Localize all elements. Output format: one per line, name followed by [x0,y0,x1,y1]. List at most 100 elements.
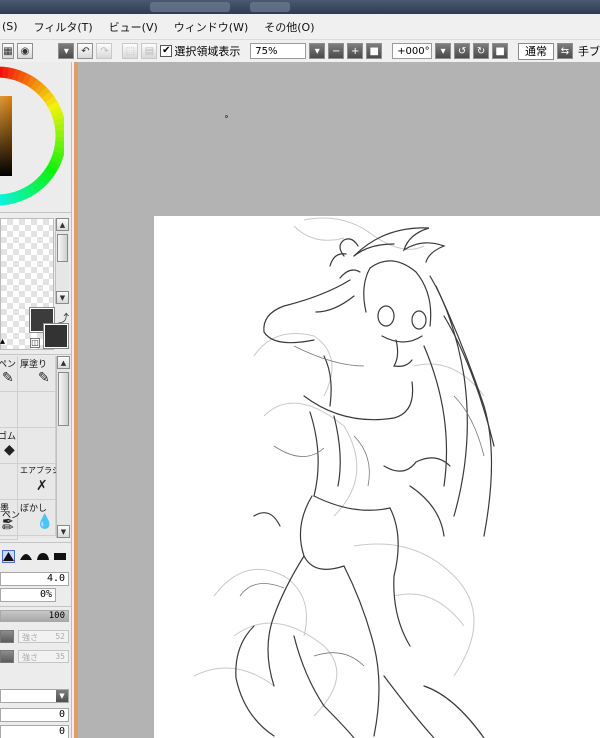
swatch-scrollbar[interactable]: ▲ ▼ [55,218,69,304]
blend-mode-button[interactable]: 通常 [518,42,554,60]
menu-item-filter[interactable]: フィルタ(T) [26,19,101,35]
texture-dropdown[interactable]: ▼ [0,689,69,703]
tool-cell-empty[interactable] [18,392,56,428]
tool-cell-empty[interactable] [0,464,18,500]
tool-label: ぼかし [20,504,48,514]
view-toggle-icon[interactable]: ◉ [17,43,33,59]
strength-2-value: 35 [55,652,65,661]
tool-cell-eraser[interactable]: ゴム ◆ [0,428,18,464]
strength-2-label: 強さ [22,653,38,662]
brush-shape-soft-icon[interactable] [19,550,32,563]
tool-label: エアブラシ [20,466,60,475]
scroll-thumb[interactable] [57,234,68,262]
tool-label: ペン [0,360,17,370]
panel-edge [74,62,78,738]
pen-icon: ✎ [2,370,14,386]
menu-item-window[interactable]: ウィンドウ(W) [166,19,256,35]
scroll-up-icon[interactable]: ▲ [56,218,69,231]
zoom-dropdown-icon[interactable]: ▾ [309,43,326,59]
zoom-select[interactable]: 75% [250,43,307,59]
rotate-right-button[interactable]: ↻ [473,43,490,59]
blur-icon: 💧 [36,514,54,530]
rotation-select[interactable]: +000° [392,43,433,59]
zoom-value: 75% [255,45,278,57]
taskbar-thumbnail [250,2,290,12]
sketch-drawing [193,217,495,738]
background-color-swatch[interactable] [43,323,69,349]
canvas-area[interactable] [74,62,600,738]
scroll-up-icon[interactable]: ▲ [57,356,70,369]
tool-grid: ペン ✎ 厚塗り ✎ ゴム ◆ エアブラシ ✗ 墨 ✒ ぼかし 💧 ペン ✏ [0,356,60,540]
scroll-down-icon[interactable]: ▼ [56,291,69,304]
tool-cell-pencil[interactable]: ペン ✏ [0,511,20,540]
tool-scrollbar[interactable]: ▲ ▼ [56,356,70,538]
drawing-canvas[interactable] [154,216,600,738]
select-all-button[interactable]: ▤ [141,43,158,59]
brush-shape-flat-icon[interactable] [53,550,66,563]
thick-paint-icon: ✎ [38,370,50,386]
tool-cell-empty[interactable] [18,428,56,464]
pencil-icon: ✏ [2,520,14,536]
value-a-field[interactable]: 0 [0,708,69,722]
taskbar-thumbnail [150,2,230,12]
scroll-thumb[interactable] [58,372,69,426]
menu-item-select[interactable]: (S) [0,20,26,33]
selection-checkbox[interactable]: ✔ [160,45,173,57]
rotation-dropdown-icon[interactable]: ▾ [435,43,452,59]
grid-toggle-icon[interactable]: ▦ [2,43,14,59]
brush-shape-round-icon[interactable] [36,550,49,563]
tool-cell-empty[interactable] [0,392,18,428]
value-b-field[interactable]: 0 [0,725,69,738]
divider [0,212,71,213]
divider [0,606,71,607]
toolbar: ▦ ◉ ▾ ↶ ↷ ⬚ ▤ ✔ 選択領域表示 75% ▾ − + ■ +000°… [0,40,600,62]
stabilizer-icon[interactable]: ⇆ [557,43,573,59]
undo-button[interactable]: ↶ [77,43,94,59]
rotation-value: +000° [397,45,430,57]
selection-display-toggle[interactable]: ✔ 選択領域表示 [160,43,240,59]
scroll-down-icon[interactable]: ▼ [57,525,70,538]
stray-dot [225,115,228,118]
swap-colors-icon[interactable]: ⤴ [58,310,69,326]
strength-1-toggle[interactable] [0,630,14,643]
color-wheel[interactable] [0,62,64,210]
rotate-left-button[interactable]: ↺ [454,43,471,59]
tool-label: 厚塗り [20,360,48,370]
brush-shape-sharp-icon[interactable] [2,549,15,563]
zoom-in-button[interactable]: + [347,43,364,59]
strength-2-toggle[interactable] [0,650,14,663]
tool-cell-thick-paint[interactable]: 厚塗り ✎ [18,356,56,392]
strength-1-value: 52 [55,632,65,641]
brush-shape-row [0,546,71,566]
eraser-icon: ◆ [4,442,15,458]
reset-colors-icon[interactable]: ◫ [30,338,40,348]
rotate-reset-button[interactable]: ■ [492,43,509,59]
zoom-out-button[interactable]: − [328,43,345,59]
tool-cell-airbrush[interactable]: エアブラシ ✗ [18,464,60,500]
redo-button[interactable]: ↷ [96,43,113,59]
zoom-reset-button[interactable]: ■ [366,43,383,59]
brush-size-field[interactable]: 4.0 [0,572,69,586]
strength-row-2: 強さ 35 [0,650,71,664]
taskbar-strip [0,0,600,14]
deselect-button[interactable]: ⬚ [122,43,139,59]
tool-cell-pen[interactable]: ペン ✎ [0,356,18,392]
menu-item-view[interactable]: ビュー(V) [101,19,166,35]
panel-dropdown-icon[interactable]: ▾ [58,43,75,59]
strength-row-1: 強さ 52 [0,630,71,644]
strength-1-label: 強さ [22,633,38,642]
strength-1-slider[interactable]: 強さ 52 [18,630,69,643]
strength-2-slider[interactable]: 強さ 35 [18,650,69,663]
blend-mode-label: 通常 [525,45,547,58]
left-panel: ▲ ▼ ⤴ ◫ ▴ ペン ✎ 厚塗り ✎ ゴム ◆ エアブラシ ✗ 墨 ✒ [0,62,72,738]
pen-nib-icon: ▴ [0,336,6,347]
chevron-down-icon: ▼ [56,690,68,702]
divider [0,354,71,355]
menu-item-other[interactable]: その他(O) [256,19,322,35]
stabilizer-label: 手ブ [578,45,600,58]
density-slider[interactable]: 100 [0,610,69,622]
menu-bar: (S) フィルタ(T) ビュー(V) ウィンドウ(W) その他(O) [0,14,600,40]
divider [0,542,71,543]
tool-cell-blur[interactable]: ぼかし 💧 [18,500,56,536]
min-size-field[interactable]: 0% [0,588,56,602]
